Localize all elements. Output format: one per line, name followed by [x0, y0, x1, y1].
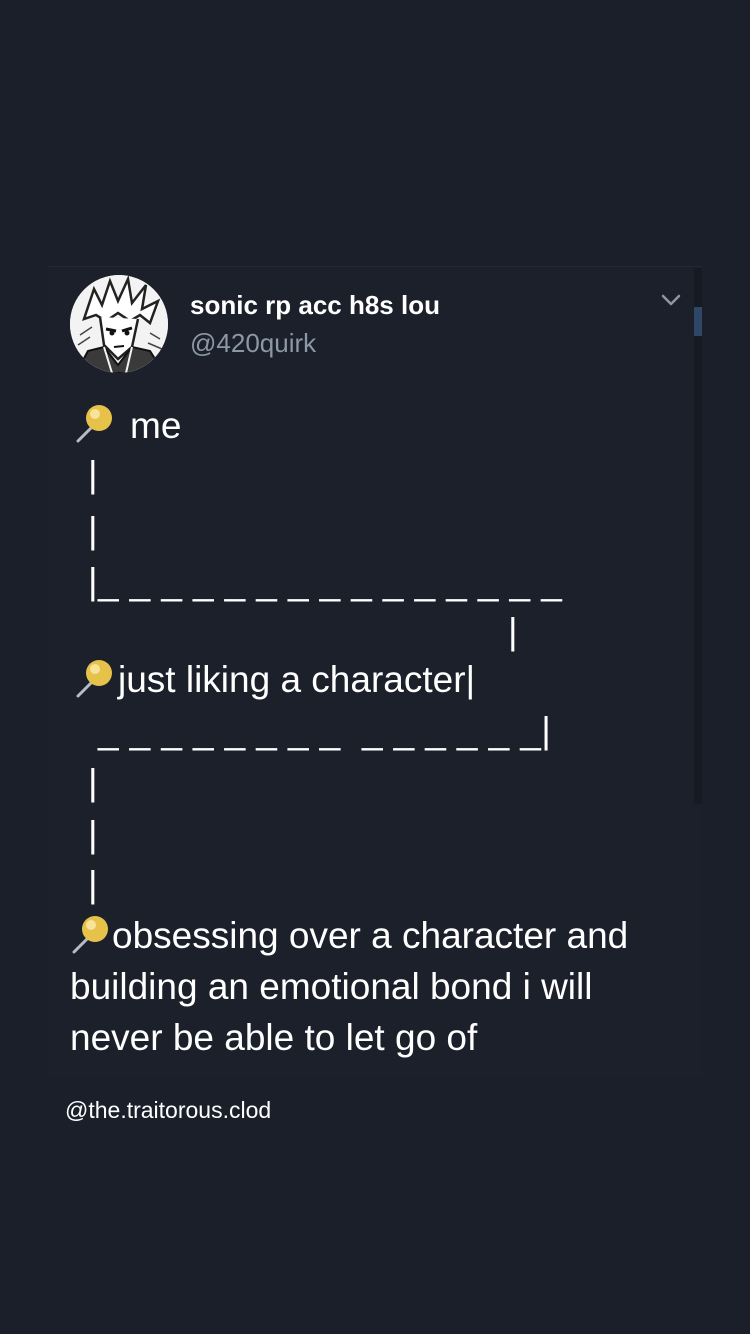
pushpin-icon — [76, 405, 112, 443]
display-name[interactable]: sonic rp acc h8s lou — [190, 290, 440, 321]
tweet-line-bar-3: | — [88, 762, 98, 803]
tweet-line-me: me — [130, 405, 182, 446]
tweet-final-text: obsessing over a character and building … — [70, 915, 629, 1058]
tweet-line-bar-1: | — [88, 454, 98, 495]
manga-character-avatar-icon — [70, 275, 168, 373]
tweet-line-dash-row: _ _ _ _ _ _ _ _ _ _ _ _ _ _| — [98, 710, 552, 751]
tweet-final-paragraph: obsessing over a character and building … — [70, 910, 690, 1063]
tweet-line-corner-dashes: |_ _ _ _ _ _ _ _ _ _ _ _ _ _ _ — [88, 561, 563, 602]
scrollbar-track[interactable] — [694, 268, 702, 804]
user-handle[interactable]: @420quirk — [190, 328, 316, 359]
tweet-line-bar-4: | — [88, 814, 98, 855]
pushpin-icon — [76, 660, 112, 698]
tweet-line-bar-5: | — [88, 864, 98, 905]
avatar[interactable] — [70, 275, 168, 373]
screen: sonic rp acc h8s lou @420quirk me | | |_… — [0, 0, 750, 1334]
chevron-down-icon[interactable] — [660, 292, 682, 308]
credit-watermark: @the.traitorous.clod — [65, 1097, 272, 1123]
tweet-line-bar-2: | — [88, 510, 98, 551]
tweet-line-right-bar: | — [508, 611, 518, 652]
tweet-line-just-liking: just liking a character| — [118, 659, 476, 700]
scrollbar-thumb[interactable] — [694, 307, 702, 336]
pushpin-icon — [72, 916, 108, 954]
